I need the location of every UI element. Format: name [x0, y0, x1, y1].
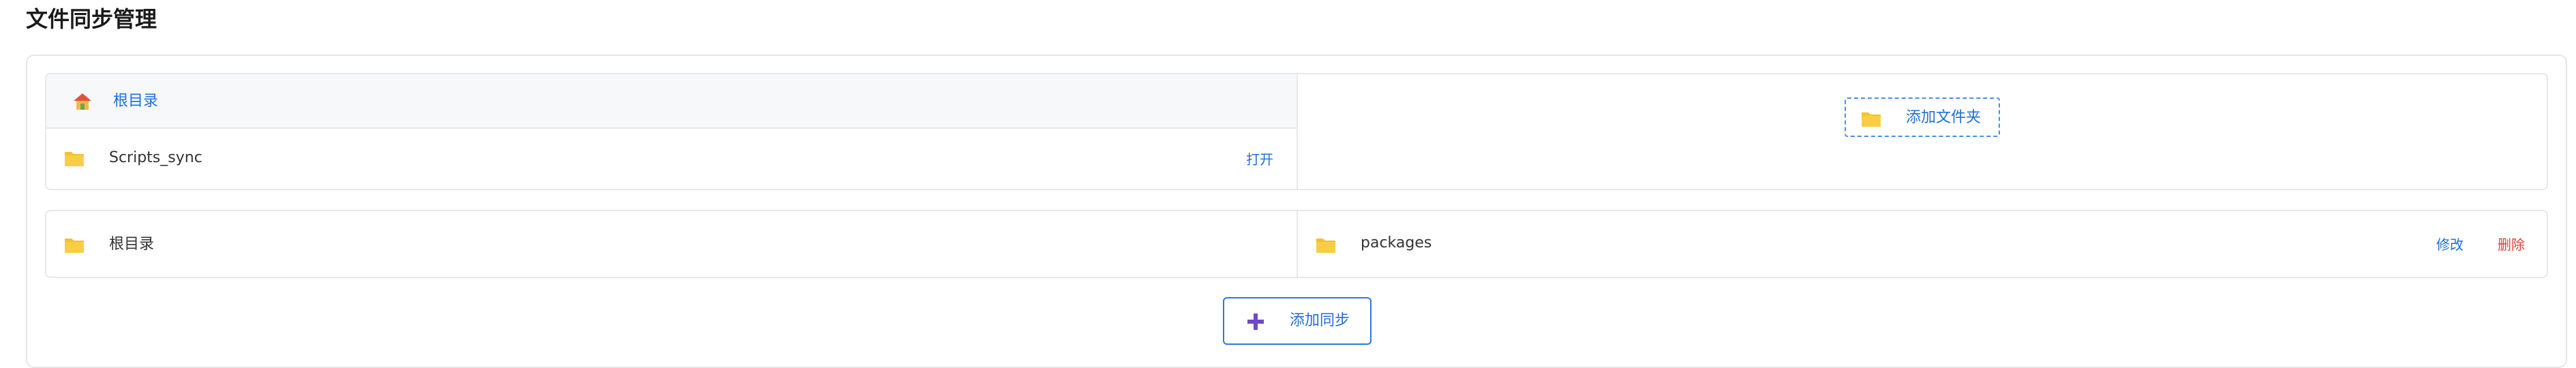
- breadcrumb-root-link[interactable]: 根目录: [113, 89, 158, 114]
- folder-name: Scripts_sync: [109, 149, 202, 166]
- delete-sync-link[interactable]: 删除: [2498, 233, 2525, 256]
- sync-source-name: 根目录: [109, 236, 155, 253]
- folder-icon: [65, 152, 84, 166]
- folder-icon: [1316, 239, 1335, 253]
- sync-source: 根目录: [46, 211, 1298, 277]
- folder-browser-panel: 根目录 Scripts_sync 打开 添加文件夹: [45, 73, 2548, 190]
- sync-target: packages 修改 删除: [1298, 211, 2548, 277]
- add-sync-button[interactable]: 添加同步: [1223, 297, 1372, 345]
- add-folder-label: 添加文件夹: [1906, 109, 1982, 126]
- home-icon: [74, 93, 91, 110]
- add-sync-label: 添加同步: [1290, 312, 1350, 329]
- breadcrumb: 根目录: [46, 74, 1297, 129]
- folder-icon: [1862, 112, 1881, 127]
- folder-browser-actions: 添加文件夹: [1298, 74, 2547, 189]
- open-folder-link[interactable]: 打开: [1246, 148, 1273, 171]
- folder-icon: [65, 239, 84, 253]
- sync-pair-row: 根目录 packages 修改 删除: [45, 210, 2548, 278]
- page-title: 文件同步管理: [26, 6, 157, 32]
- plus-icon: [1247, 313, 1264, 330]
- sync-target-name: packages: [1361, 234, 1432, 251]
- edit-sync-link[interactable]: 修改: [2436, 233, 2464, 256]
- folder-browser-list: 根目录 Scripts_sync 打开: [46, 74, 1298, 189]
- folder-list-item[interactable]: Scripts_sync 打开: [46, 129, 1297, 189]
- add-folder-button[interactable]: 添加文件夹: [1845, 97, 2000, 137]
